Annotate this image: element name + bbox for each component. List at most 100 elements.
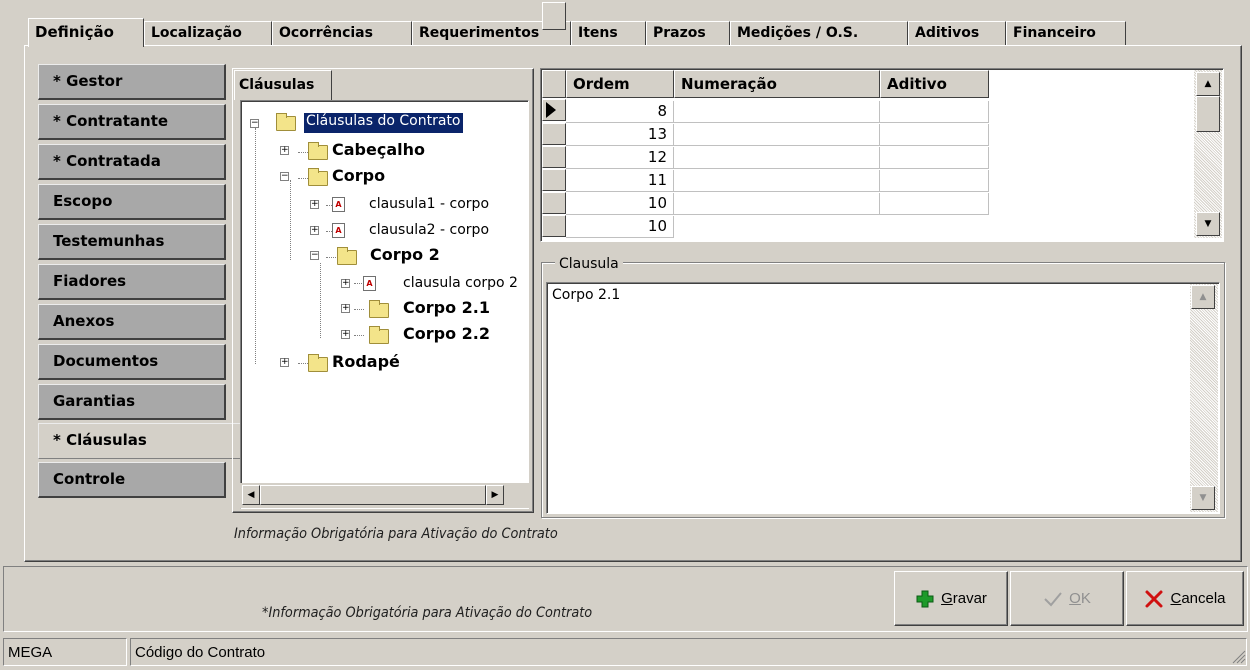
tab-label: Ocorrências	[279, 25, 373, 41]
tree-node-clausula-corpo2[interactable]: + A clausula corpo 2	[341, 273, 527, 295]
grid-cell-aditivo[interactable]	[880, 101, 989, 123]
grid-cell-numeracao[interactable]	[674, 170, 880, 192]
sidebar-item-fiadores[interactable]: Fiadores	[38, 264, 226, 300]
tab-prazos[interactable]: Prazos	[646, 21, 730, 46]
tab-medicoes[interactable]: Medições / O.S.	[730, 21, 908, 46]
folder-icon	[276, 113, 296, 131]
resize-grip-icon[interactable]	[1232, 650, 1246, 664]
expand-icon[interactable]: +	[310, 226, 319, 235]
tab-label: Prazos	[653, 25, 706, 41]
tab-aditivos[interactable]: Aditivos	[908, 21, 1006, 46]
tab-label: Medições / O.S.	[737, 25, 859, 41]
row-indicator[interactable]	[542, 99, 566, 121]
tree-node-label: Cláusulas do Contrato	[303, 112, 464, 134]
grid-cell-aditivo[interactable]	[880, 170, 989, 192]
scroll-right-icon[interactable]: ▶	[486, 485, 504, 505]
sidebar-item-anexos[interactable]: Anexos	[38, 304, 226, 340]
grid-cell-ordem[interactable]: 13	[566, 124, 674, 146]
grid-cell-ordem[interactable]: 11	[566, 170, 674, 192]
save-accelerator: G	[941, 590, 953, 607]
sidebar-item-garantias[interactable]: Garantias	[38, 384, 226, 420]
grid-cell-aditivo[interactable]	[880, 193, 989, 215]
sidebar-item-escopo[interactable]: Escopo	[38, 184, 226, 220]
grid-cell-aditivo[interactable]	[880, 147, 989, 169]
tab-definicao[interactable]: Definição	[28, 18, 144, 47]
collapse-icon[interactable]: −	[250, 119, 259, 128]
clausula-vertical-scrollbar[interactable]: ▲ ▼	[1190, 284, 1218, 512]
mandatory-note: Informação Obrigatória para Ativação do …	[234, 526, 558, 542]
tree-node-label: clausula2 - corpo	[369, 222, 490, 238]
tree-horizontal-scrollbar[interactable]: ◀ ▶	[240, 483, 529, 508]
sidebar-item-controle[interactable]: Controle	[38, 462, 226, 498]
grid-cell-ordem[interactable]: 12	[566, 147, 674, 169]
ok-accelerator: O	[1069, 590, 1081, 607]
tree-connector	[298, 178, 308, 179]
sidebar-item-testemunhas[interactable]: Testemunhas	[38, 224, 226, 260]
scroll-left-icon[interactable]: ◀	[242, 485, 260, 505]
grid-cell-numeracao[interactable]	[674, 193, 880, 215]
column-header-numeracao[interactable]: Numeração	[674, 70, 880, 98]
save-button[interactable]: Gravar	[894, 571, 1008, 626]
tab-label: Cláusulas	[239, 77, 315, 93]
sidebar-item-label: Fiadores	[53, 272, 127, 290]
folder-icon	[308, 142, 328, 160]
tab-label: Itens	[578, 25, 618, 41]
grid-cell-numeracao[interactable]	[674, 101, 880, 123]
tree-connector	[326, 257, 336, 258]
ok-button[interactable]: OK	[1010, 571, 1124, 626]
expand-icon[interactable]: +	[280, 358, 289, 367]
row-indicator[interactable]	[542, 169, 566, 191]
sidebar-item-label: Garantias	[53, 392, 135, 410]
expand-icon[interactable]: +	[310, 200, 319, 209]
tree-connector	[255, 128, 256, 364]
sidebar-item-gestor[interactable]: * Gestor	[38, 64, 226, 100]
scroll-thumb[interactable]	[260, 485, 486, 505]
grid-cell-ordem[interactable]: 10	[566, 216, 674, 238]
row-indicator[interactable]	[542, 192, 566, 214]
column-header-label: Ordem	[573, 75, 630, 93]
expand-icon[interactable]: +	[341, 330, 350, 339]
scroll-thumb[interactable]	[1196, 96, 1220, 132]
scroll-down-icon[interactable]: ▼	[1191, 486, 1215, 510]
expand-icon[interactable]: +	[341, 279, 350, 288]
tree-node-label: Cabeçalho	[332, 140, 425, 159]
tab-localizacao[interactable]: Localização	[144, 21, 272, 46]
sidebar-item-clausulas[interactable]: * Cláusulas	[38, 423, 242, 459]
expand-icon[interactable]: +	[341, 304, 350, 313]
scroll-up-icon[interactable]: ▲	[1191, 285, 1215, 309]
clausula-text-area[interactable]	[546, 282, 1220, 514]
grid-cell-ordem[interactable]: 10	[566, 193, 674, 215]
sidebar-item-label: Controle	[53, 470, 126, 488]
tab-financeiro[interactable]: Financeiro	[1006, 21, 1126, 46]
tab-clausulas[interactable]: Cláusulas	[234, 70, 332, 100]
scroll-up-icon[interactable]: ▲	[1196, 72, 1220, 96]
sidebar-item-contratada[interactable]: * Contratada	[38, 144, 226, 180]
row-indicator[interactable]	[542, 123, 566, 145]
collapse-icon[interactable]: −	[280, 172, 289, 181]
folder-icon	[369, 300, 389, 318]
tab-label: Localização	[151, 25, 242, 41]
sidebar-item-label: Anexos	[53, 312, 115, 330]
grid-vertical-scrollbar[interactable]: ▲ ▼	[1194, 70, 1222, 238]
tab-ocorrencias[interactable]: Ocorrências	[272, 21, 412, 46]
expand-icon[interactable]: +	[280, 146, 289, 155]
sidebar-item-contratante[interactable]: * Contratante	[38, 104, 226, 140]
scroll-down-icon[interactable]: ▼	[1196, 212, 1220, 236]
cancel-button[interactable]: Cancela	[1126, 571, 1244, 626]
tab-itens[interactable]: Itens	[571, 21, 646, 46]
collapse-icon[interactable]: −	[310, 251, 319, 260]
column-header-ordem[interactable]: Ordem	[566, 70, 674, 98]
grid-cell-numeracao[interactable]	[674, 124, 880, 146]
top-tab-bar: Definição Localização Ocorrências Requer…	[28, 18, 1228, 47]
grid-cell-numeracao[interactable]	[674, 147, 880, 169]
column-header-label: Numeração	[681, 75, 777, 93]
row-indicator[interactable]	[542, 215, 566, 237]
grid-cell-ordem[interactable]: 8	[566, 101, 674, 123]
sidebar-item-documentos[interactable]: Documentos	[38, 344, 226, 380]
grid-cell-aditivo[interactable]	[880, 124, 989, 146]
column-header-aditivo[interactable]: Aditivo	[880, 70, 989, 98]
row-indicator[interactable]	[542, 146, 566, 168]
ok-label-rest: K	[1080, 590, 1091, 607]
tree-node-label: Corpo 2.1	[403, 298, 490, 317]
current-row-icon	[546, 102, 556, 118]
